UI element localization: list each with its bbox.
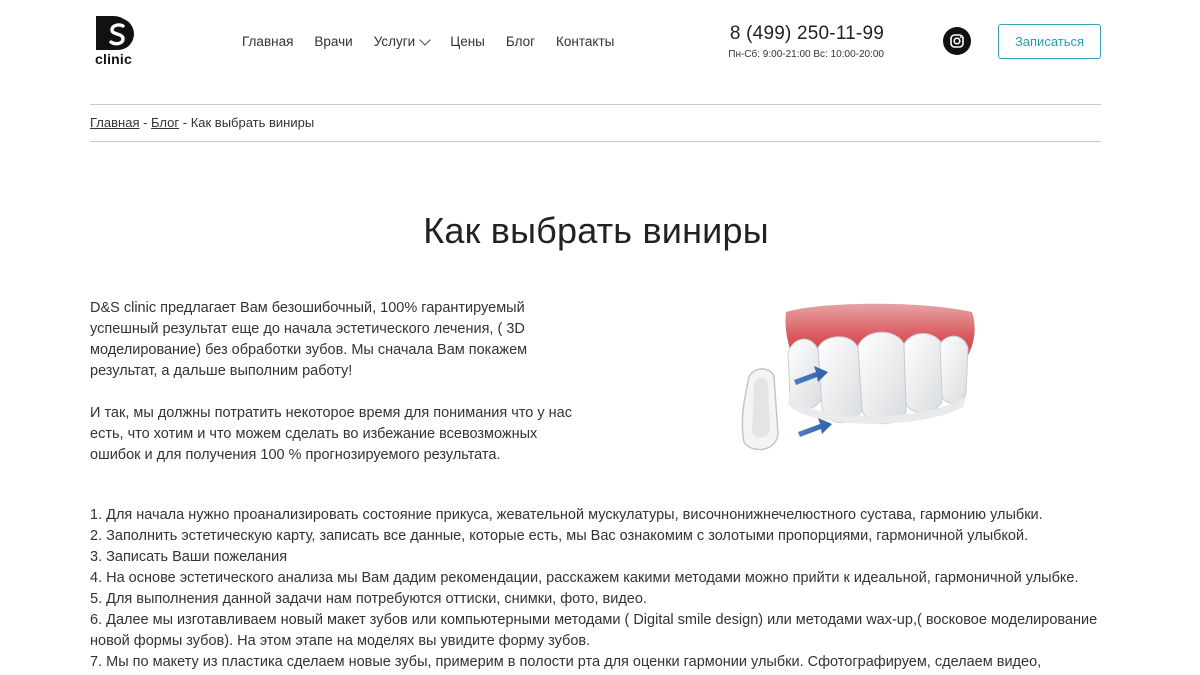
divider (90, 141, 1101, 142)
breadcrumb-link-blog[interactable]: Блог (151, 115, 179, 130)
article-intro: D&S clinic предлагает Вам безошибочный, … (90, 298, 580, 466)
nav-item-label: Контакты (556, 33, 615, 49)
nav-item-label: Главная (242, 33, 294, 49)
logo-mark-icon (96, 16, 134, 50)
nav-item-blog[interactable]: Блог (506, 34, 535, 49)
clinic-logo[interactable]: clinic (94, 14, 142, 68)
list-item: 1. Для начала нужно проанализировать сос… (90, 507, 1043, 523)
intro-paragraph: D&S clinic предлагает Вам безошибочный, … (90, 300, 528, 379)
phone-number[interactable]: 8 (499) 250-11-99 (712, 22, 884, 46)
nav-item-prices[interactable]: Цены (450, 34, 485, 49)
instagram-link[interactable] (943, 27, 971, 55)
steps-list: 1. Для начала нужно проанализировать сос… (90, 505, 1105, 675)
contact-block: 8 (499) 250-11-99 Пн-Сб: 9:00-21:00 Вс: … (712, 22, 884, 60)
divider (90, 104, 1101, 105)
breadcrumb-link-home[interactable]: Главная (90, 115, 139, 130)
veneers-illustration (728, 298, 990, 470)
breadcrumb-separator: - (179, 115, 191, 130)
intro-paragraph: И так, мы должны потратить некоторое вре… (90, 405, 572, 463)
logo-text: clinic (95, 51, 132, 67)
list-item: 6. Далее мы изготавливаем новый макет зу… (90, 612, 1098, 649)
list-item: 7. Мы по макету из пластика сделаем новы… (90, 654, 1042, 670)
main-nav: Главная Врачи Услуги Цены Блог Контакты (242, 31, 635, 51)
list-item: 3. Записать Ваши пожелания (90, 549, 288, 565)
signup-button[interactable]: Записаться (998, 24, 1101, 59)
nav-item-label: Блог (505, 33, 536, 49)
nav-item-label: Цены (450, 33, 485, 49)
breadcrumb: Главная - Блог - Как выбрать виниры (90, 115, 314, 130)
list-item: 5. Для выполнения данной задачи нам потр… (90, 591, 647, 607)
working-hours: Пн-Сб: 9:00-21:00 Вс: 10:00-20:00 (728, 49, 884, 60)
nav-item-doctors[interactable]: Врачи (314, 34, 352, 49)
list-item: 4. На основе эстетического анализа мы Ва… (90, 570, 1079, 586)
page-title: Как выбрать виниры (423, 210, 769, 251)
site-header: clinic Главная Врачи Услуги Цены Блог Ко… (0, 0, 1200, 90)
breadcrumb-separator: - (139, 115, 152, 130)
list-item: 2. Заполнить эстетическую карту, записат… (90, 528, 1029, 544)
nav-item-services[interactable]: Услуги (373, 33, 431, 49)
chevron-down-icon (419, 33, 431, 46)
nav-item-contacts[interactable]: Контакты (556, 34, 614, 49)
nav-item-label: Услуги (373, 33, 416, 49)
nav-item-home[interactable]: Главная (242, 34, 293, 49)
nav-item-label: Врачи (314, 33, 353, 49)
instagram-icon (950, 34, 964, 48)
breadcrumb-current: Как выбрать виниры (190, 115, 315, 130)
